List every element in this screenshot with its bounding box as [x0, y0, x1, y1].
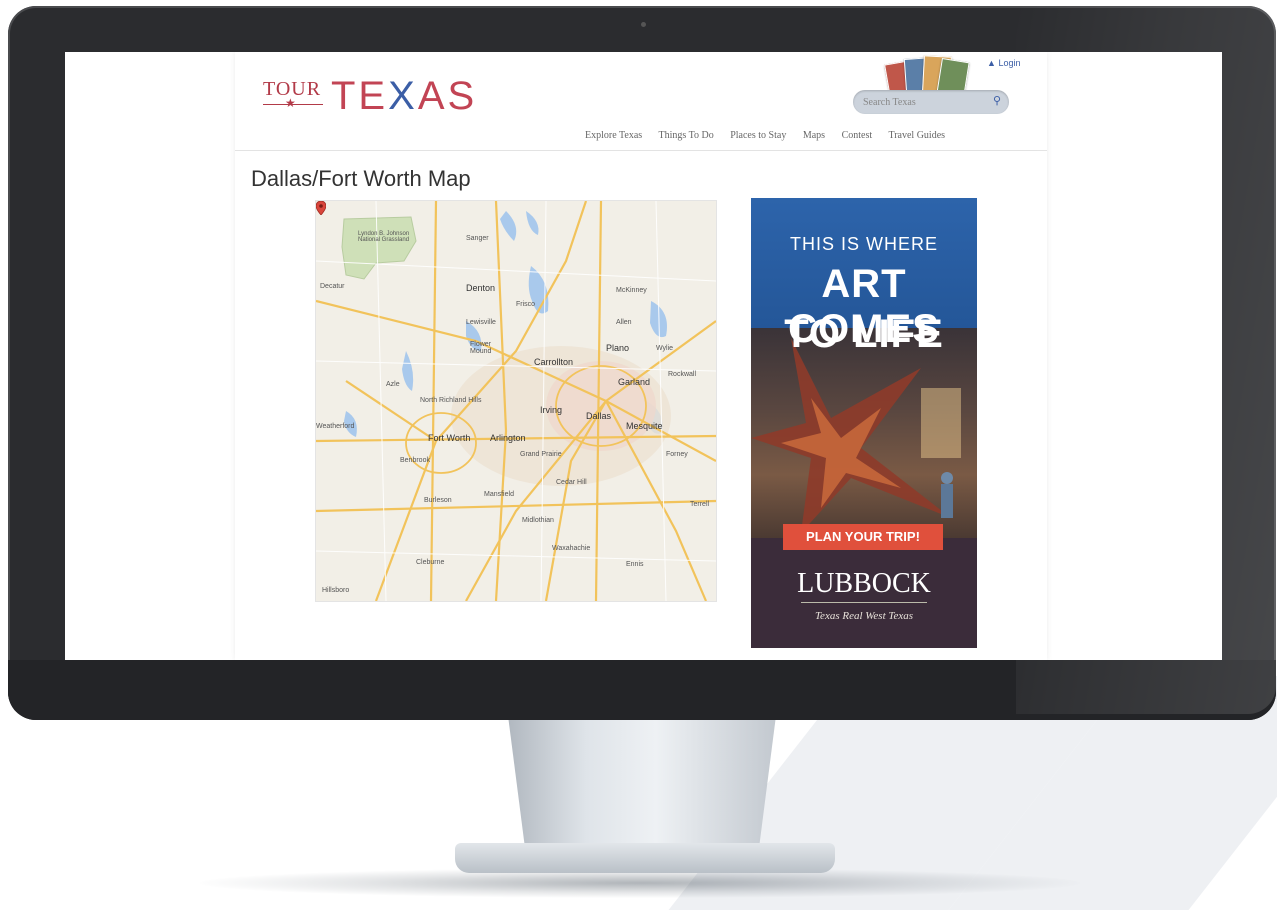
highway [345, 380, 437, 442]
monitor-gloss [1016, 0, 1276, 714]
map-label-rockwall: Rockwall [668, 371, 697, 378]
lake [402, 351, 414, 391]
map-label-ennis: Ennis [626, 561, 644, 568]
map-label-arlington: Arlington [490, 433, 526, 443]
ad-tagline: Texas Real West Texas [814, 610, 914, 622]
ad-brand-logo: LUBBOCK [797, 568, 931, 599]
nav-item-things-to-do[interactable]: Things To Do [658, 130, 713, 141]
nav-item-maps[interactable]: Maps [803, 130, 825, 141]
person-figure [941, 472, 953, 484]
nav-item-contest[interactable]: Contest [842, 130, 873, 141]
map-label-carrollton: Carrollton [534, 357, 574, 367]
logo-underline [263, 104, 323, 105]
grassland-area [341, 216, 417, 280]
map-label-hillsboro: Hillsboro [322, 587, 350, 594]
map-label-garland: Garland [618, 377, 651, 387]
map-label-waxahachie: Waxahachie [552, 545, 591, 552]
map-label-sanger: Sanger [466, 235, 489, 242]
logo-texas-text: TEXAS [331, 74, 477, 119]
map-label-lbj-grasslands: Lyndon B. Johnson National Grassland [358, 231, 410, 243]
map-label-grand-prairie: Grand Prairie [520, 451, 562, 458]
monitor-base [455, 843, 835, 873]
main-nav: Explore Texas Things To Do Places to Sta… [585, 130, 945, 141]
search-box: ⚲ [853, 90, 1009, 114]
star-icon: ★ [285, 96, 296, 110]
map-label-irving: Irving [540, 405, 563, 415]
lake [526, 211, 539, 235]
map-label-midlothian: Midlothian [522, 517, 554, 524]
person-figure [941, 484, 953, 518]
logo-texas-part: AS [417, 74, 478, 118]
map-label-plano: Plano [606, 343, 630, 353]
map-label-terrell: Terrell [690, 501, 710, 508]
star-sculpture [751, 338, 961, 533]
map-label-azle: Azle [386, 381, 400, 388]
search-icon[interactable]: ⚲ [993, 94, 1001, 107]
map-label-cedar-hill: Cedar Hill [556, 479, 587, 486]
map-label-flower-mound: Flower Mound [470, 341, 492, 355]
ad-headline-line1: THIS IS WHERE [789, 234, 938, 254]
road [316, 550, 716, 562]
road [316, 260, 716, 282]
nav-item-explore-texas[interactable]: Explore Texas [585, 130, 642, 141]
map-graphics [316, 201, 716, 601]
building-window [921, 388, 961, 458]
map-label-benbrook: Benbrook [400, 457, 430, 464]
user-icon: ▲ [987, 58, 996, 68]
dfw-map[interactable]: Lyndon B. Johnson National Grassland Dec… [315, 200, 717, 602]
location-pin-shape [316, 201, 326, 215]
map-label-fort-worth: Fort Worth [428, 433, 471, 443]
logo-texas-x: X [388, 74, 418, 118]
nav-item-places-to-stay[interactable]: Places to Stay [730, 130, 786, 141]
page-title: Dallas/Fort Worth Map [251, 166, 471, 191]
search-input[interactable] [863, 94, 979, 110]
map-label-allen: Allen [616, 319, 632, 326]
logo-texas-part: TE [331, 74, 389, 118]
map-label-mesquite: Mesquite [626, 421, 663, 431]
map-label-mansfield: Mansfield [484, 491, 514, 498]
plan-your-trip-button[interactable]: PLAN YOUR TRIP! [783, 524, 943, 550]
lubbock-ad-banner[interactable]: THIS IS WHERE ART COMES TO LIFE PLAN YOU… [751, 198, 977, 648]
map-label-dallas: Dallas [586, 411, 612, 421]
map-label-denton: Denton [466, 283, 496, 293]
map-label-lewisville: Lewisville [466, 319, 496, 326]
nav-divider [235, 150, 1047, 151]
ad-photo [751, 328, 977, 538]
location-pin-dot [319, 204, 323, 208]
location-pin-icon[interactable] [316, 201, 326, 215]
ad-brand-divider [801, 602, 927, 603]
map-label-weatherford: Weatherford [316, 423, 355, 430]
web-page: TOUR ★ TEXAS ▲ Login ⚲ Explore Texas Thi… [235, 52, 1047, 660]
nav-item-travel-guides[interactable]: Travel Guides [888, 130, 945, 141]
travel-guides-image[interactable] [884, 55, 970, 101]
map-label-wylie: Wylie [656, 345, 674, 352]
map-label-mckinney: McKinney [616, 287, 647, 294]
map-label-cleburne: Cleburne [416, 559, 445, 566]
map-label-north-richland-hills: North Richland Hills [420, 397, 482, 404]
monitor-stand [508, 720, 776, 850]
map-label-decatur: Decatur [320, 283, 345, 290]
map-label-forney: Forney [666, 451, 688, 458]
map-label-frisco: Frisco [516, 301, 536, 308]
ad-headline-line3: TO LIFE [784, 312, 944, 356]
map-label-burleson: Burleson [424, 497, 452, 504]
lake [500, 211, 517, 241]
camera-dot [641, 22, 646, 27]
